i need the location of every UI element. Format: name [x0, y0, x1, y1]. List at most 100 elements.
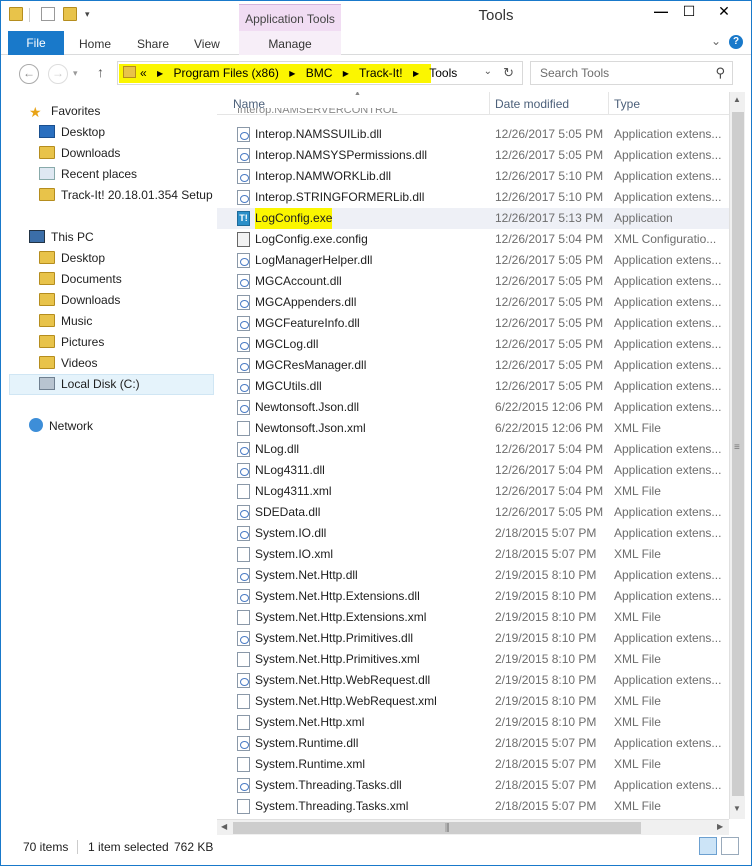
breadcrumb-overflow[interactable]: «: [140, 66, 147, 80]
file-type: Application extens...: [614, 568, 722, 582]
horizontal-scrollbar[interactable]: ◀ ⫼ ▶: [217, 819, 729, 835]
nav-pc-pictures[interactable]: Pictures: [39, 332, 104, 352]
customize-qat-icon[interactable]: ▾: [85, 9, 90, 20]
table-row[interactable]: MGCLog.dll 12/26/2017 5:05 PM Application …: [217, 334, 729, 355]
table-row[interactable]: Interop.STRINGFORMERLib.dll 12/26/2017 5:…: [217, 187, 729, 208]
search-input[interactable]: Search Tools ⚲: [530, 61, 733, 85]
column-header-date[interactable]: Date modified: [489, 92, 609, 115]
new-folder-icon[interactable]: [63, 7, 77, 21]
table-row[interactable]: System.Net.Http.Primitives.xml 2/19/2015 …: [217, 649, 729, 670]
tab-view[interactable]: View: [194, 31, 220, 55]
table-row[interactable]: System.Net.Http.Extensions.xml 2/19/2015 …: [217, 607, 729, 628]
chevron-right-icon[interactable]: ▶: [157, 69, 163, 78]
table-row[interactable]: MGCUtils.dll 12/26/2017 5:05 PM Applicatio…: [217, 376, 729, 397]
table-row[interactable]: LogConfig.exe.config 12/26/2017 5:04 PM XM…: [217, 229, 729, 250]
table-row[interactable]: LogManagerHelper.dll 12/26/2017 5:05 PM Ap…: [217, 250, 729, 271]
table-row[interactable]: MGCResManager.dll 12/26/2017 5:05 PM Appli…: [217, 355, 729, 376]
file-date: 2/18/2015 5:07 PM: [495, 757, 597, 771]
nav-pc-documents[interactable]: Documents: [39, 269, 122, 289]
file-date: 12/26/2017 5:05 PM: [495, 379, 604, 393]
scroll-down-icon[interactable]: ▼: [733, 804, 741, 813]
nav-pc-downloads[interactable]: Downloads: [39, 290, 120, 310]
table-row[interactable]: System.Net.Http.WebRequest.xml 2/19/2015 …: [217, 691, 729, 712]
file-date: 12/26/2017 5:05 PM: [495, 127, 604, 141]
breadcrumb-tools[interactable]: Tools: [429, 66, 457, 80]
breadcrumb-track-it[interactable]: Track-It!: [359, 66, 403, 80]
table-row[interactable]: Newtonsoft.Json.dll 6/22/2015 12:06 PM App…: [217, 397, 729, 418]
file-date: 12/26/2017 5:05 PM: [495, 253, 604, 267]
table-row[interactable]: System.Threading.Tasks.dll 2/18/2015 5:07…: [217, 775, 729, 796]
column-header-type[interactable]: Type: [608, 92, 729, 115]
table-row[interactable]: System.Net.Http.dll 2/19/2015 8:10 PM Appl…: [217, 565, 729, 586]
table-row[interactable]: Interop.NAMSSUILib.dll 12/26/2017 5:05 PM…: [217, 124, 729, 145]
back-button[interactable]: ←: [19, 64, 39, 84]
table-row[interactable]: Interop.NAMSYSPermissions.dll 12/26/2017 …: [217, 145, 729, 166]
table-row[interactable]: Newtonsoft.Json.xml 6/22/2015 12:06 PM XML…: [217, 418, 729, 439]
nav-fav-desktop[interactable]: Desktop: [39, 122, 105, 142]
properties-icon[interactable]: [41, 7, 55, 21]
chevron-down-icon[interactable]: ⌄: [484, 66, 492, 77]
address-bar[interactable]: « ▶ Program Files (x86) ▶ BMC ▶ Track-It…: [117, 61, 523, 85]
table-row[interactable]: T! LogConfig.exe 12/26/2017 5:13 PM Applica…: [217, 208, 729, 229]
close-button[interactable]: ✕: [701, 1, 747, 23]
search-icon[interactable]: ⚲: [715, 65, 725, 81]
scroll-left-icon[interactable]: ◀: [221, 822, 227, 831]
table-row[interactable]: NLog.dll 12/26/2017 5:04 PM Application ex…: [217, 439, 729, 460]
dll-file-icon: [237, 379, 250, 394]
table-row[interactable]: System.Net.Http.Extensions.dll 2/19/2015 …: [217, 586, 729, 607]
breadcrumb-program-files[interactable]: Program Files (x86): [174, 66, 279, 80]
table-row[interactable]: Interop.NAMWORKLib.dll 12/26/2017 5:10 PM…: [217, 166, 729, 187]
table-row[interactable]: SDEData.dll 12/26/2017 5:05 PM Application…: [217, 502, 729, 523]
large-icons-view-button[interactable]: [721, 837, 739, 855]
nav-fav-downloads[interactable]: Downloads: [39, 143, 120, 163]
dll-file-icon: [237, 253, 250, 268]
help-icon[interactable]: ?: [729, 35, 743, 49]
table-row[interactable]: System.Threading.Tasks.xml 2/18/2015 5:07…: [217, 796, 729, 817]
chevron-down-icon[interactable]: ⌄: [711, 34, 721, 48]
up-button[interactable]: ↑: [97, 64, 104, 80]
nav-pc-desktop[interactable]: Desktop: [39, 248, 105, 268]
scroll-right-icon[interactable]: ▶: [717, 822, 723, 831]
breadcrumb-bmc[interactable]: BMC: [306, 66, 333, 80]
tab-manage[interactable]: Manage: [239, 31, 341, 55]
nav-label: Track-It! 20.18.01.354 Setup: [61, 188, 213, 202]
folder-icon[interactable]: [9, 7, 23, 21]
chevron-right-icon[interactable]: ▶: [343, 69, 349, 78]
chevron-right-icon[interactable]: ▶: [413, 69, 419, 78]
recent-locations-icon[interactable]: ▾: [73, 68, 78, 79]
table-row[interactable]: MGCAccount.dll 12/26/2017 5:05 PM Applicat…: [217, 271, 729, 292]
table-row[interactable]: System.Net.Http.WebRequest.dll 2/19/2015 …: [217, 670, 729, 691]
table-row[interactable]: System.Net.Http.Primitives.dll 2/19/2015 …: [217, 628, 729, 649]
nav-this-pc[interactable]: This PC: [29, 227, 94, 247]
table-row[interactable]: System.Runtime.dll 2/18/2015 5:07 PM Appli…: [217, 733, 729, 754]
details-view-button[interactable]: [699, 837, 717, 855]
table-row[interactable]: MGCFeatureInfo.dll 12/26/2017 5:05 PM Appl…: [217, 313, 729, 334]
nav-fav-recent[interactable]: Recent places: [39, 164, 137, 184]
table-row[interactable]: System.IO.xml 2/18/2015 5:07 PM XML File: [217, 544, 729, 565]
scroll-thumb[interactable]: ⫼: [233, 822, 641, 834]
table-row[interactable]: System.IO.dll 2/18/2015 5:07 PM Applicatio…: [217, 523, 729, 544]
nav-network[interactable]: Network: [29, 416, 93, 436]
nav-pc-music[interactable]: Music: [39, 311, 92, 331]
scroll-thumb[interactable]: ≡: [732, 112, 744, 796]
table-row[interactable]: NLog4311.xml 12/26/2017 5:04 PM XML File: [217, 481, 729, 502]
tab-file[interactable]: File: [8, 31, 64, 55]
table-row[interactable]: System.Net.Http.xml 2/19/2015 8:10 PM XML …: [217, 712, 729, 733]
table-row[interactable]: System.Runtime.xml 2/18/2015 5:07 PM XML F…: [217, 754, 729, 775]
table-row[interactable]: MGCAppenders.dll 12/26/2017 5:05 PM Applic…: [217, 292, 729, 313]
vertical-scrollbar[interactable]: ▲ ≡ ▼: [729, 92, 745, 819]
refresh-icon[interactable]: ↻: [503, 65, 514, 81]
chevron-right-icon[interactable]: ▶: [289, 69, 295, 78]
dll-file-icon: [237, 463, 250, 478]
nav-favorites[interactable]: ★ Favorites: [29, 101, 100, 121]
forward-button[interactable]: →: [48, 64, 68, 84]
file-date: 2/19/2015 8:10 PM: [495, 589, 597, 603]
grip-icon: ⫼: [445, 823, 450, 834]
tab-home[interactable]: Home: [79, 31, 111, 55]
nav-pc-videos[interactable]: Videos: [39, 353, 97, 373]
tab-share[interactable]: Share: [137, 31, 169, 55]
nav-pc-local-disk[interactable]: Local Disk (C:): [39, 374, 140, 394]
table-row[interactable]: NLog4311.dll 12/26/2017 5:04 PM Applicatio…: [217, 460, 729, 481]
nav-fav-setup[interactable]: Track-It! 20.18.01.354 Setup: [39, 185, 213, 205]
scroll-up-icon[interactable]: ▲: [733, 95, 741, 104]
